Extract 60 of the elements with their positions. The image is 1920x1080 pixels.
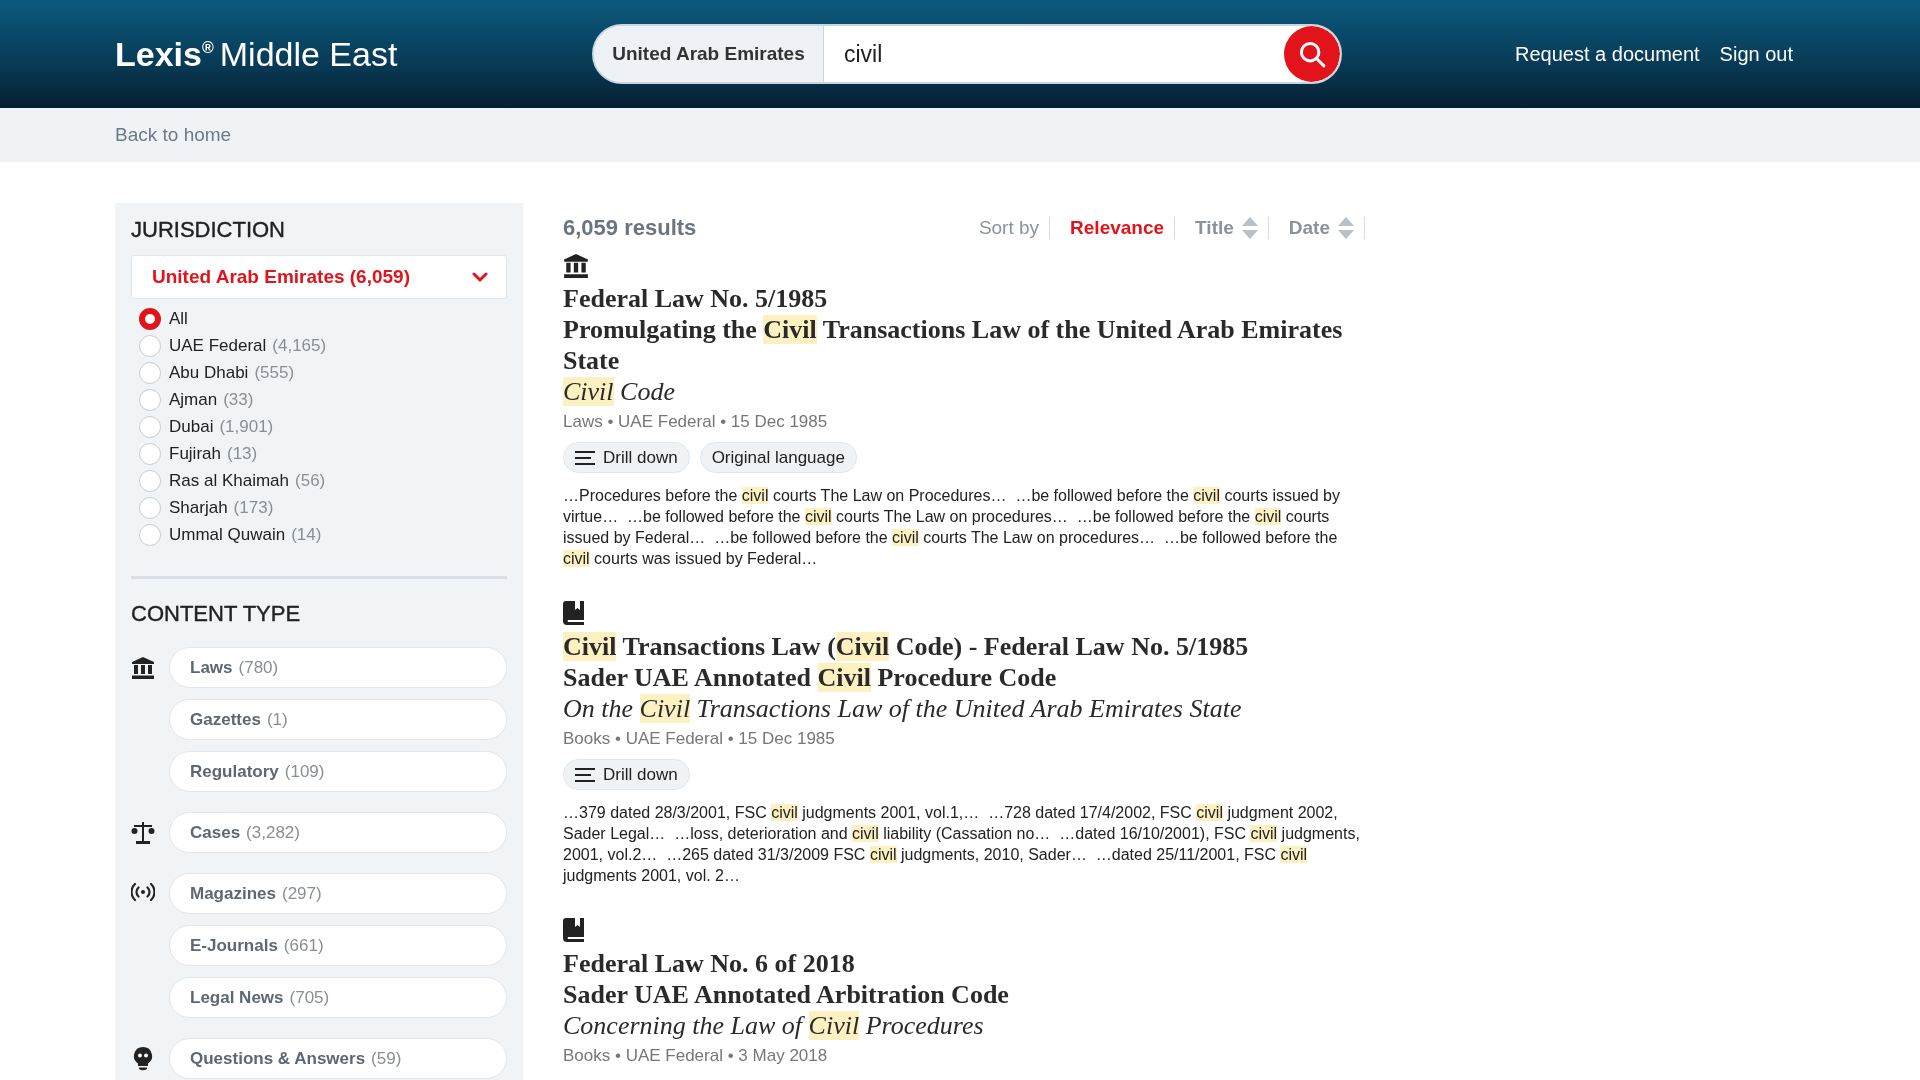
- result-title[interactable]: Federal Law No. 5/1985: [563, 283, 1365, 314]
- content-type-filter[interactable]: E-Journals (661): [169, 925, 507, 966]
- jurisdiction-option[interactable]: Abu Dhabi (555): [139, 359, 507, 386]
- result-title[interactable]: Sader UAE Annotated Arbitration Code: [563, 979, 1365, 1010]
- result-title[interactable]: Federal Law No. 6 of 2018: [563, 948, 1365, 979]
- scale-icon: [131, 821, 155, 845]
- sort-arrows-icon: [1241, 217, 1258, 239]
- bank-icon: [131, 656, 155, 680]
- content-type-filter[interactable]: Regulatory (109): [169, 751, 507, 792]
- result-subtitle: Concerning the Law of Civil Procedures: [563, 1010, 985, 1042]
- content-type-filter[interactable]: Questions & Answers (59): [169, 1038, 507, 1079]
- jurisdiction-option[interactable]: Ajman (33): [139, 386, 507, 413]
- sort-option[interactable]: Relevance: [1050, 217, 1176, 239]
- radio-button[interactable]: [139, 307, 161, 330]
- book-icon: [563, 601, 585, 625]
- jurisdiction-option[interactable]: Sharjah (173): [139, 494, 507, 521]
- jurisdiction-option[interactable]: All: [139, 305, 507, 332]
- logo[interactable]: Lexis$^{®}$ Middle East: [115, 34, 592, 74]
- result-meta: Books • UAE Federal • 15 Dec 1985: [563, 729, 836, 749]
- result-count: 6,059 results: [563, 215, 697, 241]
- jurisdiction-option[interactable]: Dubai (1,901): [139, 413, 507, 440]
- content-type-filter[interactable]: Cases (3,282): [169, 812, 507, 853]
- menu-icon: [575, 449, 595, 466]
- section-heading: CONTENT TYPE: [131, 601, 302, 627]
- bank-icon: [563, 253, 589, 279]
- jurisdiction-option[interactable]: Ummal Quwain (14): [139, 521, 507, 548]
- content-type-filter[interactable]: Magazines (297): [169, 873, 507, 914]
- section-heading: JURISDICTION: [131, 217, 286, 243]
- result-meta: Books • UAE Federal • 3 May 2018: [563, 1046, 829, 1066]
- content-type-filter[interactable]: Legal News (705): [169, 977, 507, 1018]
- content-type-filter[interactable]: Laws (780): [169, 647, 507, 688]
- scope-selector[interactable]: United Arab Emirates: [594, 26, 824, 82]
- back-link[interactable]: Back to home: [115, 124, 232, 146]
- result-meta: Laws • UAE Federal • 15 Dec 1985: [563, 412, 829, 432]
- sort-arrows-icon: [1338, 217, 1354, 239]
- result-title[interactable]: Sader UAE Annotated Civil Procedure Code: [563, 662, 1365, 693]
- result-subtitle: Civil Code: [563, 376, 676, 408]
- language-button[interactable]: Original language: [699, 442, 857, 473]
- book-icon: [563, 918, 585, 942]
- result-snippet: …379 dated 28/3/2001, FSC civil judgments 2001, vol.1,… …728 dated 17/4/2002, FSC civil judgment 2002, Sader Legal… …loss, deterioration and civil liability (Cassation no… …dated 16/10/2001), FSC civil judgments, 2001, vol.2… …265 dated 31/3/2009 FSC civil judgments, 2010, Sader… …dated 25/11/2001, FSC civil judgments 2001, vol. 2…: [563, 803, 1361, 886]
- broadcast-icon: [131, 882, 155, 902]
- result-subtitle: On the Civil Transactions Law of the United Arab Emirates State: [563, 693, 1243, 725]
- result-title[interactable]: Civil Transactions Law (Civil Code) - Federal Law No. 5/1985: [563, 631, 1365, 662]
- jurisdiction-dropdown[interactable]: United Arab Emirates (6,059): [131, 255, 507, 299]
- drill-down-button[interactable]: Drill down: [563, 442, 690, 473]
- search-button[interactable]: [1284, 26, 1340, 82]
- jurisdiction-option[interactable]: Fujirah (13): [139, 440, 507, 467]
- chevron-down-icon: [472, 272, 488, 282]
- sort-label: Sort by: [978, 217, 1051, 239]
- result-snippet: …Procedures before the civil courts The Law on Procedures… …be followed before the civil courts issued by virtue… …be followed before the civil courts The Law on procedures… …be followed before the civil courts issued by Federal… …be followed before the civil courts The Law on procedures… …be followed before the civil courts was issued by Federal…: [563, 486, 1341, 569]
- menu-icon: [575, 766, 595, 783]
- lightbulb-icon: [133, 1047, 153, 1071]
- drill-down-button[interactable]: Drill down: [563, 759, 690, 790]
- header-link[interactable]: Request a document: [1515, 42, 1700, 66]
- jurisdiction-option[interactable]: UAE Federal (4,165): [139, 332, 507, 359]
- content-type-filter[interactable]: Gazettes (1): [169, 699, 507, 740]
- search-icon: [1297, 39, 1327, 69]
- result-title[interactable]: Promulgating the Civil Transactions Law of the United Arab Emirates State: [563, 314, 1365, 376]
- jurisdiction-option[interactable]: Ras al Khaimah (56): [139, 467, 507, 494]
- header-link[interactable]: Sign out: [1719, 42, 1793, 66]
